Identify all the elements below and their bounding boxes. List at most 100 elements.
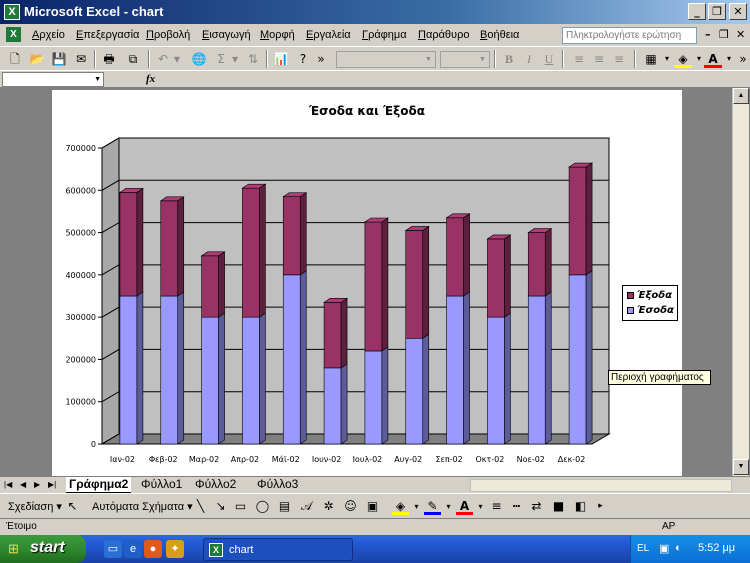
text-box-icon[interactable]: ▤ — [276, 498, 293, 515]
line-color-icon[interactable]: ✎ — [424, 498, 441, 515]
arrow-style-icon[interactable]: ⇄ — [528, 498, 545, 515]
dash-style-icon[interactable]: ┅ — [508, 498, 525, 515]
volume-icon[interactable]: ◐ — [675, 542, 682, 554]
show-desktop-icon[interactable]: ▭ — [104, 540, 122, 558]
bold-icon[interactable]: B — [500, 50, 518, 68]
underline-icon[interactable]: U — [540, 50, 558, 68]
menu-help[interactable]: Βοήθεια — [480, 29, 519, 41]
toolbar-options-icon[interactable]: ▸ — [592, 498, 609, 515]
toolbar-overflow-icon[interactable]: » — [734, 50, 750, 68]
sheet-tab-sheet1[interactable]: Φύλλο1 — [138, 477, 185, 493]
line-icon[interactable]: ╲ — [192, 498, 209, 515]
font-combo[interactable]: ▼ — [336, 51, 436, 68]
italic-icon[interactable]: I — [520, 50, 538, 68]
close-icon[interactable]: ✕ — [729, 3, 747, 20]
menu-edit[interactable]: Επεξεργασία — [76, 29, 139, 41]
vertical-scrollbar[interactable]: ▲ ▼ — [732, 88, 749, 476]
toolbar-options-icon[interactable]: » — [312, 50, 330, 68]
menu-insert[interactable]: Εισαγωγή — [202, 29, 251, 41]
ask-question-input[interactable]: Πληκτρολογήστε ερώτηση — [562, 27, 697, 44]
fill-color-icon[interactable]: ◈ — [392, 498, 409, 515]
chart-legend[interactable]: Έξοδα Έσοδα — [622, 285, 678, 321]
permission-icon[interactable]: ✉ — [72, 50, 90, 68]
doc-restore-icon[interactable]: ❐ — [719, 28, 729, 41]
align-right-icon[interactable]: ≡ — [610, 50, 628, 68]
insert-picture-icon[interactable]: ▣ — [364, 498, 381, 515]
restore-icon[interactable]: ❐ — [708, 3, 726, 20]
last-sheet-icon[interactable]: ▶| — [48, 480, 56, 489]
next-sheet-icon[interactable]: ▶ — [34, 480, 40, 489]
media-player-icon[interactable]: ● — [144, 540, 162, 558]
copy-icon[interactable]: ⧉ — [124, 50, 142, 68]
help-icon[interactable]: ? — [294, 50, 312, 68]
diagram-icon[interactable]: ✲ — [320, 498, 337, 515]
menu-tools[interactable]: Εργαλεία — [306, 29, 351, 41]
scroll-up-icon[interactable]: ▲ — [733, 88, 749, 104]
line-style-icon[interactable]: ≡ — [488, 498, 505, 515]
first-sheet-icon[interactable]: |◀ — [4, 480, 12, 489]
undo-dropdown-icon[interactable]: ▾ — [168, 50, 186, 68]
chart-wizard-icon[interactable]: 📊 — [272, 50, 290, 68]
doc-minimize-icon[interactable]: – — [705, 28, 711, 41]
workbook-icon[interactable]: X — [6, 27, 21, 42]
bar-front — [446, 217, 464, 297]
shadow-style-icon[interactable]: ■ — [550, 498, 567, 515]
align-center-icon[interactable]: ≡ — [590, 50, 608, 68]
autoshapes-button[interactable]: Αυτόματα Σχήματα ▾ — [92, 500, 193, 513]
wordart-icon[interactable]: 𝒜 — [298, 498, 315, 515]
toolbar-separator — [634, 50, 636, 68]
scroll-down-icon[interactable]: ▼ — [733, 459, 749, 475]
start-button[interactable]: ⊞ start — [0, 535, 86, 563]
x-tick-label: Απρ-02 — [231, 455, 259, 464]
oval-icon[interactable]: ◯ — [254, 498, 271, 515]
windows-flag-icon: ⊞ — [8, 541, 19, 556]
menu-format[interactable]: Μορφή — [260, 29, 295, 41]
internet-explorer-icon[interactable]: e — [124, 540, 142, 558]
font-color-dropdown-icon[interactable]: ▾ — [472, 498, 489, 515]
new-icon[interactable]: 🗋 — [6, 50, 24, 68]
bar-side — [299, 192, 307, 276]
taskbar-button-chart[interactable]: X chart — [203, 538, 353, 561]
font-size-combo[interactable]: ▼ — [440, 51, 490, 68]
rectangle-icon[interactable]: ▭ — [232, 498, 249, 515]
bar-side — [504, 312, 511, 445]
sort-icon[interactable]: ⇅ — [244, 50, 262, 68]
prev-sheet-icon[interactable]: ◀ — [20, 480, 26, 489]
bar-side — [381, 346, 389, 445]
chart-plot[interactable]: 0 100000 200000 300000 400000 500000 600000 700… — [52, 90, 682, 476]
hyperlink-icon[interactable]: 🌐 — [190, 50, 208, 68]
arrow-icon[interactable]: ↘ — [212, 498, 229, 515]
sheet-tab-sheet3[interactable]: Φύλλο3 — [254, 477, 301, 493]
open-icon[interactable]: 📂 — [28, 50, 46, 68]
bar-side — [422, 333, 430, 445]
save-icon[interactable]: 💾 — [50, 50, 68, 68]
sheet-tab-sheet2[interactable]: Φύλλο2 — [192, 477, 239, 493]
autosum-dropdown-icon[interactable]: ▾ — [226, 50, 244, 68]
name-box[interactable]: ▼ — [2, 72, 104, 87]
bar-front — [119, 295, 138, 445]
fill-color-dropdown-icon[interactable]: ▾ — [408, 498, 425, 515]
fx-icon[interactable]: fx — [146, 73, 155, 85]
print-icon[interactable]: 🖶 — [100, 50, 118, 68]
line-color-dropdown-icon[interactable]: ▾ — [440, 498, 457, 515]
messenger-icon[interactable]: ✦ — [166, 540, 184, 558]
align-left-icon[interactable]: ≡ — [570, 50, 588, 68]
select-objects-icon[interactable]: ↖ — [64, 498, 81, 515]
excel-app-icon[interactable]: X — [4, 4, 20, 20]
sheet-tab-chart2[interactable]: Γράφημα2 — [66, 477, 132, 493]
bar-front — [160, 200, 179, 297]
menu-file[interactable]: Αρχείο — [32, 29, 65, 41]
doc-close-icon[interactable]: ✕ — [736, 28, 745, 41]
clip-art-icon[interactable]: ☺ — [342, 498, 359, 515]
menu-view[interactable]: Προβολή — [146, 29, 190, 41]
draw-menu-button[interactable]: Σχεδίαση ▾ — [8, 500, 62, 513]
3d-style-icon[interactable]: ◧ — [572, 498, 589, 515]
horizontal-scrollbar[interactable] — [470, 479, 732, 492]
menu-window[interactable]: Παράθυρο — [418, 29, 469, 41]
network-icon[interactable]: ▣ — [659, 542, 669, 555]
language-indicator[interactable]: EL — [637, 543, 649, 554]
menu-chart[interactable]: Γράφημα — [362, 29, 407, 41]
font-color-icon[interactable]: A — [456, 498, 473, 515]
minimize-icon[interactable]: _ — [688, 3, 706, 20]
chart-area[interactable]: Έσοδα και Έξοδα 0 100000 200000 300000 40000… — [52, 90, 682, 476]
